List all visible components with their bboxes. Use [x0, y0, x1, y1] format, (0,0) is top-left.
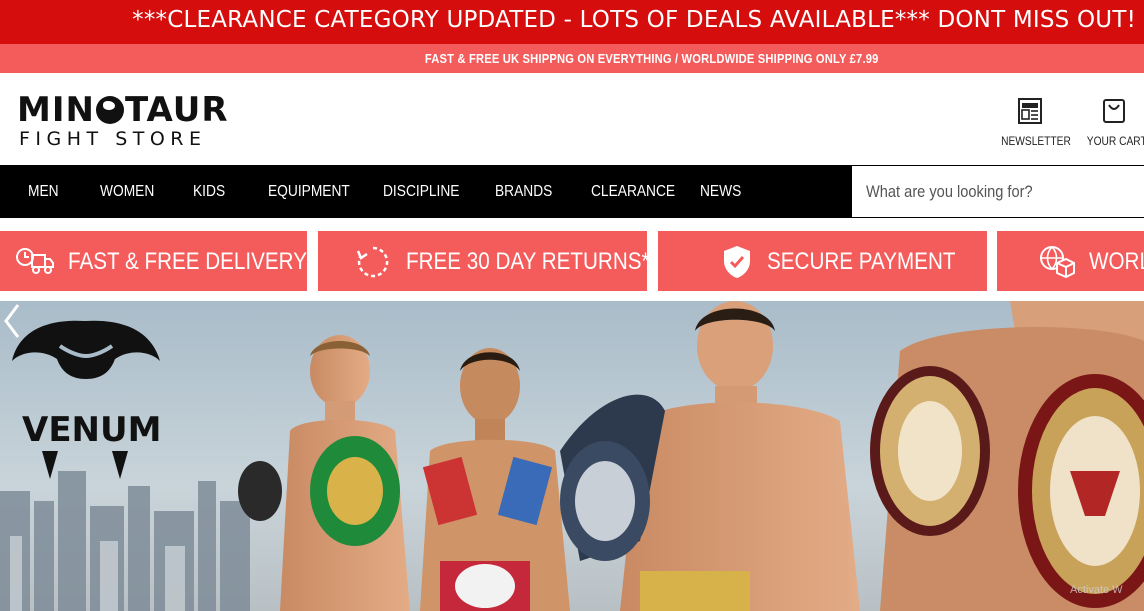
newspaper-icon [1018, 98, 1042, 124]
shipping-info-bar: FAST & FREE UK SHIPPNG ON EVERYTHING / W… [0, 44, 1144, 73]
search-box [852, 165, 1144, 218]
search-input[interactable] [866, 180, 1099, 204]
logo-subtitle: FIGHT STORE [19, 128, 207, 150]
delivery-truck-icon [16, 248, 54, 274]
feature-free-returns[interactable]: FREE 30 DAY RETURNS* [318, 231, 647, 291]
logo-wordmark: MIN TAUR [17, 93, 229, 127]
chevron-left-icon[interactable] [0, 301, 24, 341]
nav-item-men[interactable]: MEN [28, 183, 59, 201]
fighter-4 [870, 301, 1144, 611]
venum-logo-text: VENUM [22, 410, 161, 450]
main-nav: MEN WOMEN KIDS EQUIPMENT DISCIPLINE BRAN… [0, 165, 852, 218]
nav-item-women[interactable]: WOMEN [100, 183, 154, 201]
clearance-banner[interactable]: ***CLEARANCE CATEGORY UPDATED - LOTS OF … [0, 0, 1144, 44]
feature-free-returns-label: FREE 30 DAY RETURNS* [406, 248, 647, 275]
nav-item-clearance[interactable]: CLEARANCE [591, 183, 675, 201]
shipping-info-text: FAST & FREE UK SHIPPNG ON EVERYTHING / W… [425, 51, 879, 66]
globe-icon [95, 96, 124, 124]
minotaur-logo[interactable]: MIN TAUR FIGHT STORE [17, 93, 247, 153]
nav-item-brands[interactable]: BRANDS [495, 183, 552, 201]
nav-item-kids[interactable]: KIDS [193, 183, 225, 201]
feature-secure-payment-label: SECURE PAYMENT [767, 248, 956, 275]
newsletter-label: NEWSLETTER [1001, 134, 1071, 148]
nav-item-equipment[interactable]: EQUIPMENT [268, 183, 350, 201]
newsletter-button[interactable]: NEWSLETTER [996, 97, 1071, 148]
cart-label: YOUR CART [1086, 134, 1144, 148]
nav-item-discipline[interactable]: DISCIPLINE [383, 183, 459, 201]
feature-worldwide[interactable]: WORLDWIDE [997, 231, 1144, 291]
feature-free-delivery-label: FAST & FREE DELIVERY* [68, 248, 307, 275]
site-header: MIN TAUR FIGHT STORE NEWSLETTER YOUR CART [0, 73, 1144, 165]
shield-check-icon [724, 246, 750, 278]
cart-button[interactable]: YOUR CART [1082, 97, 1144, 148]
returns-arrows-icon [356, 246, 389, 278]
feature-worldwide-label: WORLDWIDE [1089, 248, 1144, 275]
globe-box-icon [1040, 246, 1075, 279]
shopping-bag-icon [1103, 99, 1125, 123]
clearance-banner-text: ***CLEARANCE CATEGORY UPDATED - LOTS OF … [132, 7, 1136, 33]
hero-banner[interactable]: VENUM Activate W [0, 301, 1144, 611]
hero-image: VENUM [0, 301, 1144, 611]
nav-item-news[interactable]: NEWS [700, 183, 741, 201]
logo-text-part1: MIN [17, 90, 95, 130]
logo-text-part2: TAUR [124, 90, 229, 130]
activate-watermark: Activate W [1070, 584, 1123, 596]
feature-secure-payment[interactable]: SECURE PAYMENT [658, 231, 987, 291]
feature-free-delivery[interactable]: FAST & FREE DELIVERY* [0, 231, 307, 291]
